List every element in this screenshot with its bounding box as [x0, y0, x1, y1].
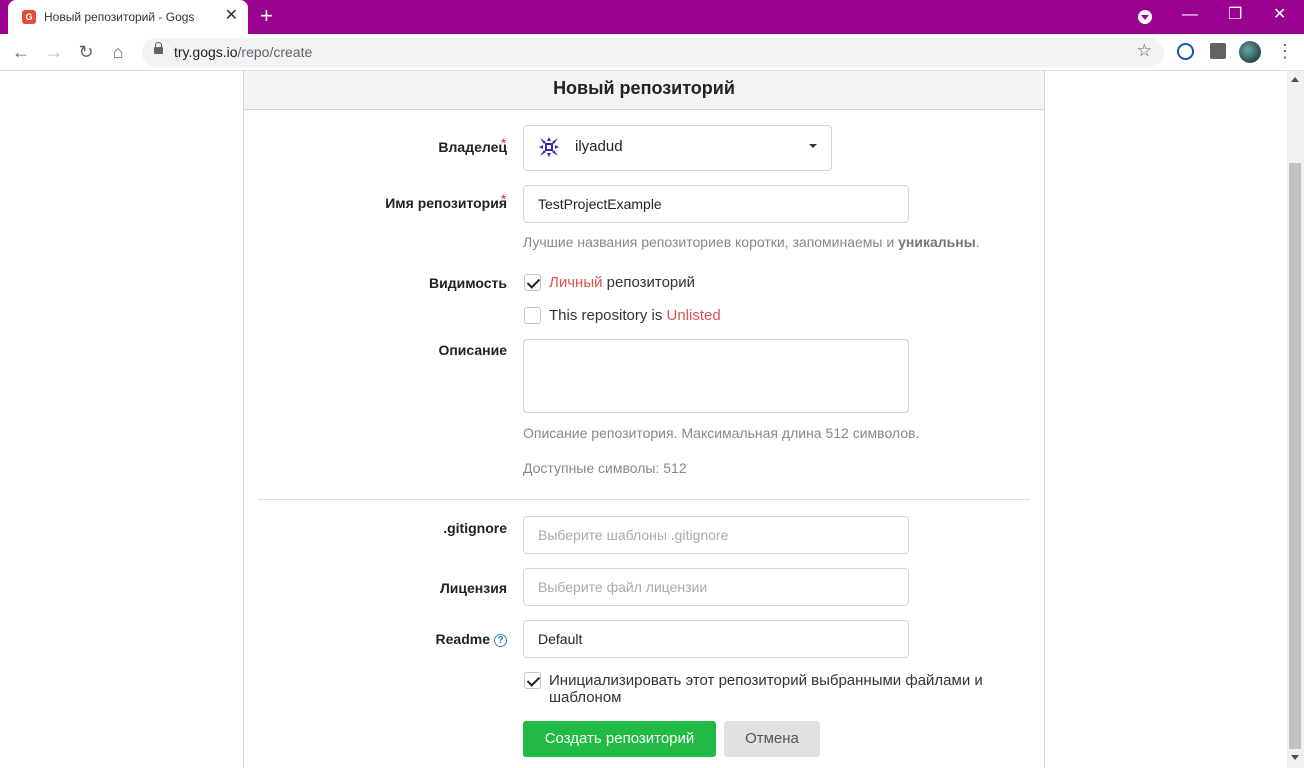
- unlisted-checkbox-label[interactable]: This repository is Unlisted: [549, 307, 721, 324]
- lock-icon: [154, 42, 163, 54]
- url-text: try.gogs.io/repo/create: [174, 44, 312, 60]
- required-marker: *: [501, 191, 507, 207]
- extensions-puzzle-icon[interactable]: [1210, 43, 1226, 59]
- repo-name-label: Имя репозитория: [385, 195, 507, 211]
- back-icon[interactable]: ←: [10, 41, 32, 63]
- forward-icon[interactable]: →: [43, 41, 65, 63]
- restore-icon[interactable]: ❐: [1228, 6, 1242, 24]
- globe-extension-icon[interactable]: [1177, 43, 1194, 60]
- address-bar[interactable]: try.gogs.io/repo/create ☆: [142, 38, 1164, 67]
- tab-search-icon[interactable]: [1138, 10, 1152, 24]
- license-placeholder: Выберите файл лицензии: [538, 579, 708, 595]
- required-marker: *: [501, 135, 507, 151]
- reload-icon[interactable]: ↻: [75, 41, 97, 63]
- profile-avatar[interactable]: [1239, 41, 1261, 63]
- description-help: Описание репозитория. Максимальная длина…: [523, 425, 920, 441]
- readme-label-text: Readme: [435, 631, 490, 647]
- gitignore-placeholder: Выберите шаблоны .gitignore: [538, 527, 729, 543]
- scroll-thumb[interactable]: [1289, 163, 1301, 749]
- cancel-button[interactable]: Отмена: [724, 721, 820, 757]
- gitignore-label: .gitignore: [443, 520, 507, 536]
- readme-value: Default: [538, 631, 583, 647]
- page-scrollbar[interactable]: [1287, 71, 1304, 768]
- owner-dropdown[interactable]: ilyadud: [523, 125, 832, 171]
- new-tab-icon[interactable]: +: [260, 5, 273, 27]
- minimize-icon[interactable]: —: [1182, 6, 1198, 24]
- unlisted-prefix: This repository is: [549, 307, 667, 324]
- close-window-icon[interactable]: ✕: [1273, 6, 1286, 24]
- repo-name-help-bold: уникальны: [898, 234, 976, 250]
- auto-init-line1: Инициализировать этот репозиторий выбран…: [549, 672, 983, 689]
- private-checkbox[interactable]: [524, 274, 541, 291]
- browser-titlebar: G Новый репозиторий - Gogs ✕ + — ❐ ✕: [0, 0, 1304, 34]
- owner-label: Владелец: [438, 139, 507, 155]
- page-title: Новый репозиторий: [553, 78, 735, 98]
- private-checkbox-label[interactable]: Личный репозиторий: [549, 274, 695, 291]
- gogs-favicon-icon: G: [22, 10, 36, 24]
- owner-name: ilyadud: [575, 138, 623, 155]
- repo-name-value: TestProjectExample: [538, 196, 662, 212]
- browser-tab[interactable]: G Новый репозиторий - Gogs ✕: [8, 0, 248, 34]
- browser-toolbar: ← → ↻ ⌂ try.gogs.io/repo/create ☆: [0, 34, 1304, 71]
- auto-init-line2: шаблоном: [549, 689, 622, 706]
- private-highlight: Личный: [549, 274, 603, 291]
- url-host: try.gogs.io: [174, 44, 238, 60]
- repo-name-help-text: Лучшие названия репозиториев коротки, за…: [523, 234, 899, 250]
- readme-label: Readme?: [436, 631, 507, 647]
- unlisted-highlight: Unlisted: [666, 307, 721, 324]
- bookmark-star-icon[interactable]: ☆: [1137, 41, 1152, 61]
- auto-init-label[interactable]: Инициализировать этот репозиторий выбран…: [549, 672, 983, 706]
- new-repo-form: Новый репозиторий Владелец * ilyadud Имя…: [243, 71, 1045, 768]
- unlisted-checkbox[interactable]: [524, 307, 541, 324]
- description-char-count: Доступные символы: 512: [523, 460, 687, 476]
- readme-dropdown[interactable]: Default: [523, 620, 909, 658]
- tab-title: Новый репозиторий - Gogs: [44, 10, 195, 24]
- visibility-label: Видимость: [429, 275, 507, 291]
- dropdown-caret-icon: [809, 144, 817, 148]
- help-question-icon[interactable]: ?: [494, 634, 507, 647]
- repo-name-help: Лучшие названия репозиториев коротки, за…: [523, 234, 980, 250]
- home-icon[interactable]: ⌂: [107, 41, 129, 63]
- repo-name-help-end: .: [975, 234, 980, 250]
- browser-menu-icon[interactable]: ⋮: [1276, 40, 1294, 62]
- description-textarea[interactable]: [523, 339, 909, 413]
- create-repo-button[interactable]: Создать репозиторий: [523, 721, 716, 757]
- scroll-up-icon[interactable]: [1291, 77, 1299, 82]
- description-label: Описание: [438, 342, 507, 358]
- gitignore-dropdown[interactable]: Выберите шаблоны .gitignore: [523, 516, 909, 554]
- form-header: Новый репозиторий: [244, 71, 1044, 110]
- url-path: /repo/create: [237, 44, 313, 60]
- tab-close-icon[interactable]: ✕: [225, 8, 238, 24]
- form-divider: [258, 499, 1030, 500]
- auto-init-checkbox[interactable]: [524, 672, 541, 689]
- owner-identicon-icon: [538, 136, 560, 158]
- private-rest: репозиторий: [602, 274, 696, 291]
- scroll-down-icon[interactable]: [1291, 755, 1299, 760]
- repo-name-input[interactable]: TestProjectExample: [523, 185, 909, 223]
- license-label: Лицензия: [439, 580, 507, 596]
- license-dropdown[interactable]: Выберите файл лицензии: [523, 568, 909, 606]
